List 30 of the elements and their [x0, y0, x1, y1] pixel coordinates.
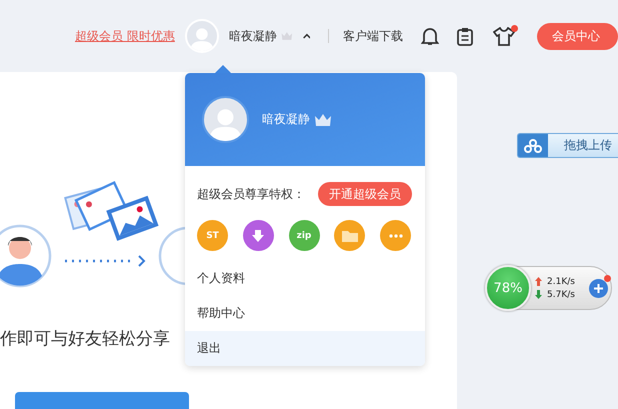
caret-icon[interactable] — [302, 32, 310, 40]
promo-link[interactable]: 超级会员 限时优惠 — [75, 28, 175, 44]
share-description: 作即可与好友轻松分享 — [0, 328, 170, 350]
crown-icon — [314, 112, 332, 126]
plus-icon — [594, 284, 603, 293]
privilege-icon[interactable] — [334, 220, 366, 251]
upload-speed: 2.1K/s — [547, 276, 575, 286]
folder-icon — [342, 230, 358, 242]
cloud-icon — [518, 134, 548, 157]
member-center-button[interactable]: 会员中心 — [537, 22, 618, 50]
privilege-icon[interactable] — [380, 220, 411, 251]
menu-item[interactable]: 帮助中心 — [185, 296, 425, 331]
shirt-icon[interactable] — [493, 26, 516, 46]
download-arrow-icon — [535, 290, 542, 299]
drag-upload-button[interactable]: 拖拽上传 — [517, 133, 618, 158]
download-link[interactable]: 客户端下载 — [343, 28, 404, 44]
privilege-icon[interactable] — [242, 220, 274, 251]
upgrade-button[interactable]: 开通超级会员 — [318, 182, 412, 206]
clipboard-icon[interactable] — [457, 26, 474, 46]
more-icon — [388, 234, 402, 238]
download-speed: 5.7K/s — [547, 290, 575, 300]
user-name: 暗夜凝静 — [262, 111, 310, 128]
user-name[interactable]: 暗夜凝静 — [228, 28, 277, 44]
avatar — [202, 96, 249, 143]
privilege-label: 超级会员尊享特权： — [197, 186, 305, 202]
download-icon — [251, 228, 266, 242]
usage-percent: 78% — [485, 265, 531, 311]
upload-arrow-icon — [535, 277, 542, 286]
menu-item[interactable]: 退出 — [185, 331, 425, 366]
bell-icon[interactable] — [421, 26, 440, 46]
